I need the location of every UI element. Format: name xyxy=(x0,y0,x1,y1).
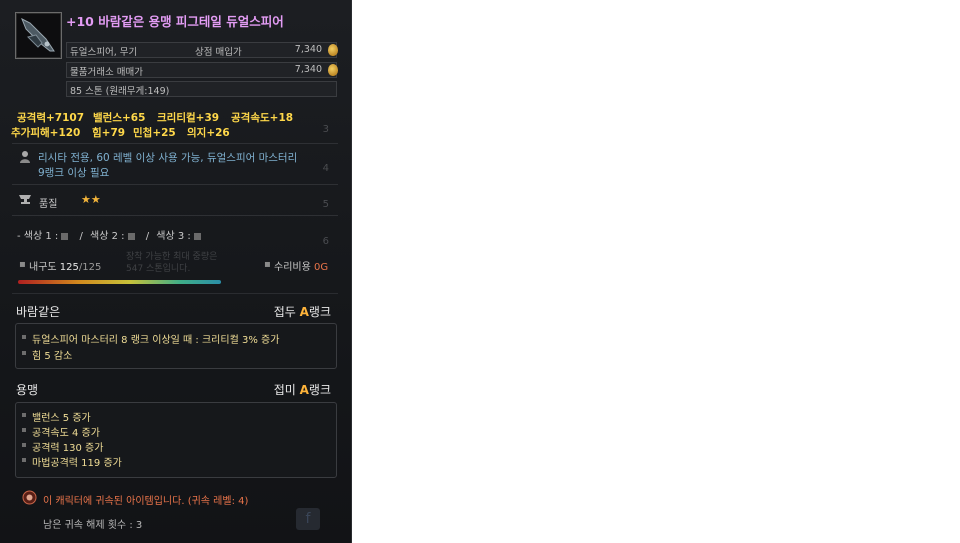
type-price-row: 듀얼스피어, 무기 상점 매입가 7,340 xyxy=(66,42,338,58)
stat-critical: 크리티컬+39 xyxy=(157,112,220,124)
background-number: 5 xyxy=(322,199,329,210)
shop-price-label: 상점 매입가 xyxy=(195,47,242,58)
shop-price: 7,340 xyxy=(294,44,322,55)
repair-cost-value: 0G xyxy=(314,262,329,273)
item-type: 듀얼스피어, 무기 xyxy=(70,47,138,58)
repair-cost-row: 수리비용 0G xyxy=(274,258,328,273)
divider xyxy=(12,215,338,216)
durability-row: 내구도 125/125 xyxy=(29,258,101,273)
weight-row: 85 스톤 (원래무게:149) xyxy=(66,81,337,97)
suffix-effects-box: 밸런스 5 증가 공격속도 4 증가 공격력 130 증가 마법공격력 119 … xyxy=(15,402,337,478)
repair-cost-label: 수리비용 xyxy=(274,262,311,273)
effect-line: 공격력 130 증가 xyxy=(21,439,103,454)
item-title: +10 바람같은 용맹 피그테일 듀얼스피어 xyxy=(66,14,284,29)
gold-coin-icon xyxy=(328,44,338,56)
item-weight: 85 스톤 (원래무게:149) xyxy=(70,86,170,97)
divider xyxy=(12,293,338,294)
stat-strength: 힘+79 xyxy=(92,127,126,139)
quality-stars: ★★ xyxy=(81,193,101,206)
durability-current: 125 xyxy=(59,262,79,273)
market-price-label: 물품거래소 매매가 xyxy=(70,67,143,78)
suffix-rank: 접미 A랭크 xyxy=(274,381,331,398)
stat-attack: 공격력+7107 xyxy=(17,112,85,124)
requirement-line: 리시타 전용, 60 레벨 이상 사용 가능, 듀얼스피어 마스터리 xyxy=(38,152,298,164)
weapon-icon xyxy=(15,12,62,59)
market-price: 7,340 xyxy=(294,64,322,75)
dye-color-1-label: - 색상 1 : xyxy=(17,231,59,242)
prefix-rank: 접두 A랭크 xyxy=(274,303,331,320)
suffix-name: 용맹 xyxy=(16,383,39,397)
dye-swatch xyxy=(193,232,201,240)
unbind-count: 남은 귀속 해제 횟수 : 3 xyxy=(43,520,143,531)
divider xyxy=(12,143,338,144)
bound-text: 이 캐릭터에 귀속된 아이템입니다. (귀속 레벨: 4) xyxy=(43,496,249,507)
dye-colors-row: - 색상 1 : / 색상 2 : / 색상 3 : xyxy=(17,227,201,242)
dye-color-3-label: 색상 3 : xyxy=(156,231,191,242)
stat-balance: 밸런스+65 xyxy=(93,112,146,124)
character-icon xyxy=(18,150,32,164)
rank-label: 접두 xyxy=(273,305,296,319)
background-number: 6 xyxy=(322,236,329,247)
background-number: 3 xyxy=(322,124,329,135)
separator: / xyxy=(79,231,83,242)
dye-color-2-label: 색상 2 : xyxy=(90,231,125,242)
quality-label: 품질 xyxy=(39,199,58,210)
bullet: ▪ xyxy=(264,259,271,270)
rank-grade: A xyxy=(299,383,309,397)
prefix-name: 바람같은 xyxy=(16,305,61,319)
effect-line: 마법공격력 119 증가 xyxy=(22,454,122,469)
stat-additional-damage: 추가피해+120 xyxy=(11,127,81,139)
item-tooltip: 3 4 5 6 +10 바람같은 용맹 피그테일 듀얼스피어 듀얼스피어, 무기… xyxy=(0,0,352,543)
rank-label: 접미 xyxy=(273,383,296,397)
effect-line: 힘 5 감소 xyxy=(21,347,72,362)
stat-will: 의지+26 xyxy=(187,127,230,139)
prefix-effects-box: 듀얼스피어 마스터리 8 랭크 이상일 때 : 크리티컬 3% 증가 힘 5 감… xyxy=(15,323,337,369)
faint-weight-text: 547 스톤입니다. xyxy=(126,264,191,274)
effect-line: 듀얼스피어 마스터리 8 랭크 이상일 때 : 크리티컬 3% 증가 xyxy=(21,331,279,346)
separator: / xyxy=(145,231,150,242)
dye-swatch xyxy=(127,232,135,240)
durability-max: /125 xyxy=(78,262,102,273)
facebook-icon[interactable]: f xyxy=(296,508,320,530)
rank-grade: A xyxy=(299,305,309,319)
durability-bar xyxy=(18,280,221,284)
anvil-icon xyxy=(18,192,32,206)
gold-coin-icon xyxy=(328,64,338,76)
requirement-line: 9랭크 이상 필요 xyxy=(38,167,110,179)
stat-attack-speed: 공격속도+18 xyxy=(231,112,294,124)
market-price-row: 물품거래소 매매가 7,340 xyxy=(66,62,338,78)
rank-suffix: 랭크 xyxy=(308,383,331,397)
bound-lock-icon xyxy=(22,490,37,505)
rank-suffix: 랭크 xyxy=(308,305,331,319)
effect-line: 밸런스 5 증가 xyxy=(22,409,91,424)
divider xyxy=(12,184,338,185)
bullet: ▪ xyxy=(19,259,26,270)
durability-label: 내구도 xyxy=(29,262,57,273)
dye-swatch xyxy=(61,232,69,240)
requirement-text: 리시타 전용, 60 레벨 이상 사용 가능, 듀얼스피어 마스터리 9랭크 이… xyxy=(38,151,338,181)
effect-line: 공격속도 4 증가 xyxy=(22,424,100,439)
stat-dexterity: 민첩+25 xyxy=(133,127,176,139)
